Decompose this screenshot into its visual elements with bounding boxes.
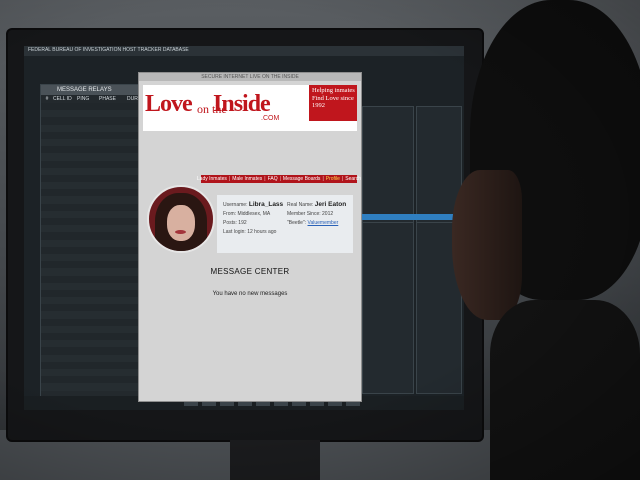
nav-separator: | [264, 176, 266, 182]
log-panel-a [362, 222, 414, 394]
nav-message-boards[interactable]: Message Boards [283, 176, 321, 182]
profile-username: Username: Libra_Lass [223, 201, 283, 208]
profile-real-name: Real Name: Jeri Eaton [287, 201, 346, 208]
nav-faq[interactable]: FAQ [268, 176, 278, 182]
username-label: Username: [223, 202, 248, 208]
col-cell-id: CELL ID [53, 96, 72, 102]
posts-label: Posts: [223, 220, 237, 226]
system-bar: FEDERAL BUREAU OF INVESTIGATION HOST TRA… [24, 46, 464, 56]
beetle-link[interactable]: Valuemember [308, 220, 339, 226]
nav-separator: | [322, 176, 324, 182]
nav-search[interactable]: Search [345, 176, 361, 182]
viewer-shoulder [490, 300, 640, 480]
real-name-label: Real Name: [287, 202, 314, 208]
from-label: From: [223, 211, 237, 217]
website-window-title: SECURE INTERNET LIVE ON THE INSIDE [139, 73, 361, 81]
monitor-stand [230, 440, 320, 480]
site-banner: Love on the Inside .COM Helping inmates … [143, 85, 357, 131]
nav-separator: | [279, 176, 281, 182]
from-value: Middlesex, MA [237, 211, 271, 217]
profile-from: From: Middlesex, MA [223, 211, 270, 217]
logo-com: .COM [261, 115, 280, 122]
message-center-empty: You have no new messages [212, 291, 288, 297]
nav-lady-inmates[interactable]: Lady Inmates [197, 176, 227, 182]
posts-value: 192 [238, 220, 247, 226]
profile-posts: Posts: 192 [223, 220, 247, 226]
viewer-face [452, 170, 522, 320]
last-login-value: 12 hours ago [247, 229, 277, 235]
profile-last-login: Last login: 12 hours ago [223, 229, 276, 235]
site-nav: Lady Inmates | Male Inmates | FAQ | Mess… [197, 175, 361, 183]
photo-face [167, 205, 195, 241]
username-value: Libra_Lass [248, 201, 284, 208]
site-tagline: Helping inmates Find Love since 1992 [309, 85, 357, 121]
tagline-line: 1992 [312, 102, 325, 109]
real-name-value: Jeri Eaton [314, 201, 347, 208]
nav-profile[interactable]: Profile [326, 176, 340, 182]
profile-beetle: "Beetle": Valuemember [287, 220, 338, 226]
nav-separator: | [341, 176, 344, 182]
profile-member-since: Member Since: 2012 [287, 211, 333, 217]
col-ping: PING [77, 96, 90, 102]
nav-male-inmates[interactable]: Male Inmates [232, 176, 262, 182]
tagline-line: Helping inmates [312, 87, 355, 94]
right-panel-bar [362, 214, 460, 220]
member-since-value: 2012 [322, 211, 334, 217]
col-index: # [45, 96, 49, 102]
profile-card: Username: Libra_Lass From: Middlesex, MA… [217, 195, 353, 253]
website-window: SECURE INTERNET LIVE ON THE INSIDE Love … [138, 72, 362, 402]
profile-photo [147, 185, 215, 253]
system-bar-title: FEDERAL BUREAU OF INVESTIGATION HOST TRA… [28, 47, 189, 53]
nav-separator: | [228, 176, 231, 182]
logo-word-love: Love [145, 91, 193, 117]
col-phase: PHASE [99, 96, 116, 102]
monitor-screen: FEDERAL BUREAU OF INVESTIGATION HOST TRA… [24, 46, 464, 410]
tagline-line: Find Love since [312, 94, 354, 102]
last-login-label: Last login: [223, 229, 246, 235]
beetle-label: "Beetle": [287, 220, 307, 226]
logo-word-inside: Inside [213, 91, 271, 117]
member-since-label: Member Since: [287, 211, 321, 217]
message-center-title: MESSAGE CENTER [210, 267, 290, 276]
photo-lips [175, 230, 186, 234]
